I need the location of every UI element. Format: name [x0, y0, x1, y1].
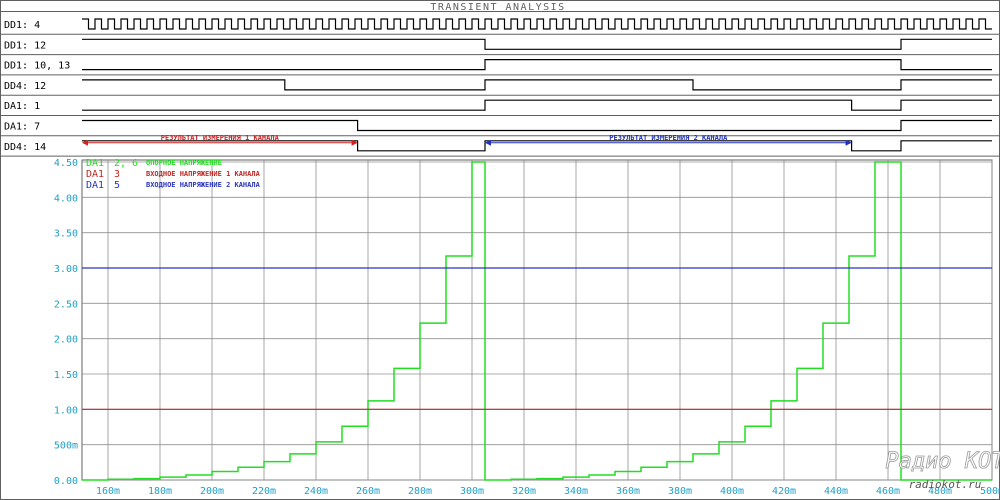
- x-tick-label: 180m: [148, 486, 172, 497]
- y-tick-label: 4.50: [54, 158, 78, 169]
- watermark-site: radiokot.ru: [909, 478, 982, 491]
- x-tick-label: 440m: [824, 486, 848, 497]
- y-tick-label: 2.50: [54, 299, 78, 310]
- y-tick-label: 500m: [54, 441, 78, 452]
- legend-pins: 2, 6: [114, 158, 138, 169]
- x-tick-label: 360m: [616, 486, 640, 497]
- y-tick-label: 3.00: [54, 264, 78, 275]
- y-tick-label: 1.50: [54, 370, 78, 381]
- x-tick-label: 240m: [304, 486, 328, 497]
- trace-label: DD4: 14: [4, 142, 46, 153]
- x-tick-label: 460m: [876, 486, 900, 497]
- trace-label: DD1: 10, 13: [4, 61, 70, 72]
- measurement-label: РЕЗУЛЬТАТ ИЗМЕРЕНИЯ 1 КАНАЛА: [161, 134, 280, 142]
- x-tick-label: 340m: [564, 486, 588, 497]
- legend-pins: 3: [114, 169, 120, 180]
- measurement-label: РЕЗУЛЬТАТ ИЗМЕРЕНИЯ 2 КАНАЛА: [609, 134, 728, 142]
- transient-analysis-window: TRANSIENT ANALYSIS DD1: 4 DD1: 12 DD1: 10,…: [0, 0, 1000, 500]
- x-tick-label: 400m: [720, 486, 744, 497]
- x-tick-label: 300m: [460, 486, 484, 497]
- trace-label: DA1: 1: [4, 101, 40, 112]
- watermark-logo: Радио КОТ: [885, 449, 1000, 474]
- legend-label: ВХОДНОЕ НАПРЯЖЕНИЕ 2 КАНАЛА: [146, 181, 261, 189]
- legend-label: ОПОРНОЕ НАПРЯЖЕНИЕ: [146, 159, 222, 167]
- window-title: TRANSIENT ANALYSIS: [430, 2, 565, 13]
- y-tick-label: 4.00: [54, 193, 78, 204]
- legend-pins: 5: [114, 180, 120, 191]
- legend-node: DA1: [86, 169, 104, 180]
- x-tick-label: 320m: [512, 486, 536, 497]
- x-tick-label: 420m: [772, 486, 796, 497]
- trace-label: DD1: 12: [4, 40, 46, 51]
- y-tick-label: 2.00: [54, 335, 78, 346]
- trace-label: DD4: 12: [4, 81, 46, 92]
- x-tick-label: 380m: [668, 486, 692, 497]
- trace-label: DD1: 4: [4, 20, 40, 31]
- legend-node: DA1: [86, 180, 104, 191]
- x-tick-label: 220m: [252, 486, 276, 497]
- x-tick-label: 160m: [96, 486, 120, 497]
- y-tick-label: 3.50: [54, 229, 78, 240]
- y-tick-label: 0.00: [54, 476, 78, 487]
- y-tick-label: 1.00: [54, 405, 78, 416]
- legend-label: ВХОДНОЕ НАПРЯЖЕНИЕ 1 КАНАЛА: [146, 170, 261, 178]
- x-tick-label: 280m: [408, 486, 432, 497]
- x-tick-label: 500m: [980, 486, 1000, 497]
- trace-label: DA1: 7: [4, 122, 40, 133]
- x-tick-label: 200m: [200, 486, 224, 497]
- x-tick-label: 260m: [356, 486, 380, 497]
- trace-waveform: [82, 18, 992, 30]
- legend-node: DA1: [86, 158, 104, 169]
